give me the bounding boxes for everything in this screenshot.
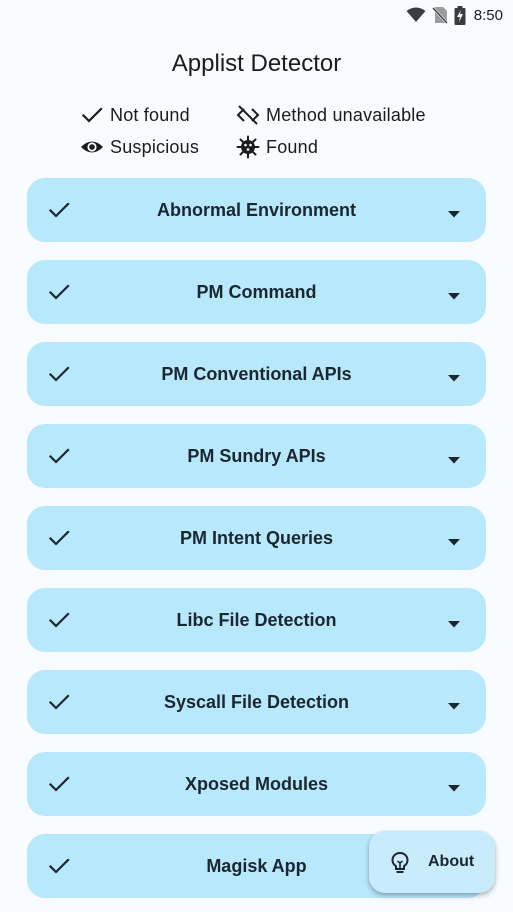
detection-card-pm-sundry-apis[interactable]: PM Sundry APIs (27, 424, 486, 488)
status-time: 8:50 (473, 6, 503, 24)
legend-not-found: Not found (80, 103, 236, 127)
chevron-down-icon[interactable] (448, 779, 460, 797)
detection-label: Syscall File Detection (163, 692, 350, 712)
eye-icon (80, 135, 110, 159)
battery-charging-icon (454, 5, 466, 25)
about-label: About (428, 853, 475, 870)
status-bar: 8:50 (0, 0, 513, 30)
chevron-down-icon[interactable] (448, 287, 460, 305)
detection-label: Libc File Detection (176, 610, 337, 630)
legend-label: Suspicious (110, 136, 200, 157)
chevron-down-icon[interactable] (448, 533, 460, 551)
chevron-down-icon[interactable] (448, 369, 460, 387)
detection-label: PM Sundry APIs (187, 446, 326, 466)
detection-label: Abnormal Environment (156, 200, 357, 220)
legend-label: Found (266, 136, 319, 157)
legend-label: Method unavailable (266, 104, 426, 125)
detection-card-xposed-modules[interactable]: Xposed Modules (27, 752, 486, 816)
lightbulb-icon (389, 851, 411, 880)
detection-label: PM Command (196, 282, 317, 302)
legend-suspicious: Suspicious (80, 135, 236, 159)
code-off-icon (236, 103, 266, 127)
legend-row: Not found Method unavailable (80, 102, 426, 128)
chevron-down-icon[interactable] (448, 697, 460, 715)
chevron-down-icon[interactable] (448, 615, 460, 633)
detection-label: Xposed Modules (184, 774, 328, 794)
page-title: Applist Detector (171, 50, 342, 77)
detection-card-pm-command[interactable]: PM Command (27, 260, 486, 324)
detection-card-pm-conventional-apis[interactable]: PM Conventional APIs (27, 342, 486, 406)
detection-card-syscall-file-detection[interactable]: Syscall File Detection (27, 670, 486, 734)
check-icon (80, 103, 110, 127)
legend-found: Found (236, 135, 318, 159)
detection-card-abnormal-environment[interactable]: Abnormal Environment (27, 178, 486, 242)
detection-label: PM Conventional APIs (161, 364, 352, 384)
detection-card-libc-file-detection[interactable]: Libc File Detection (27, 588, 486, 652)
legend-row: Suspicious Found (80, 134, 318, 160)
detection-label: PM Intent Queries (179, 528, 334, 548)
no-sim-icon (431, 6, 448, 24)
wifi-icon (406, 7, 426, 23)
chevron-down-icon[interactable] (448, 451, 460, 469)
legend-label: Not found (110, 104, 190, 125)
chevron-down-icon[interactable] (448, 205, 460, 223)
detection-card-pm-intent-queries[interactable]: PM Intent Queries (27, 506, 486, 570)
about-button[interactable]: About (369, 831, 495, 893)
status-icons: 8:50 (406, 5, 503, 25)
legend-method-unavailable: Method unavailable (236, 103, 426, 127)
virus-icon (236, 135, 266, 159)
